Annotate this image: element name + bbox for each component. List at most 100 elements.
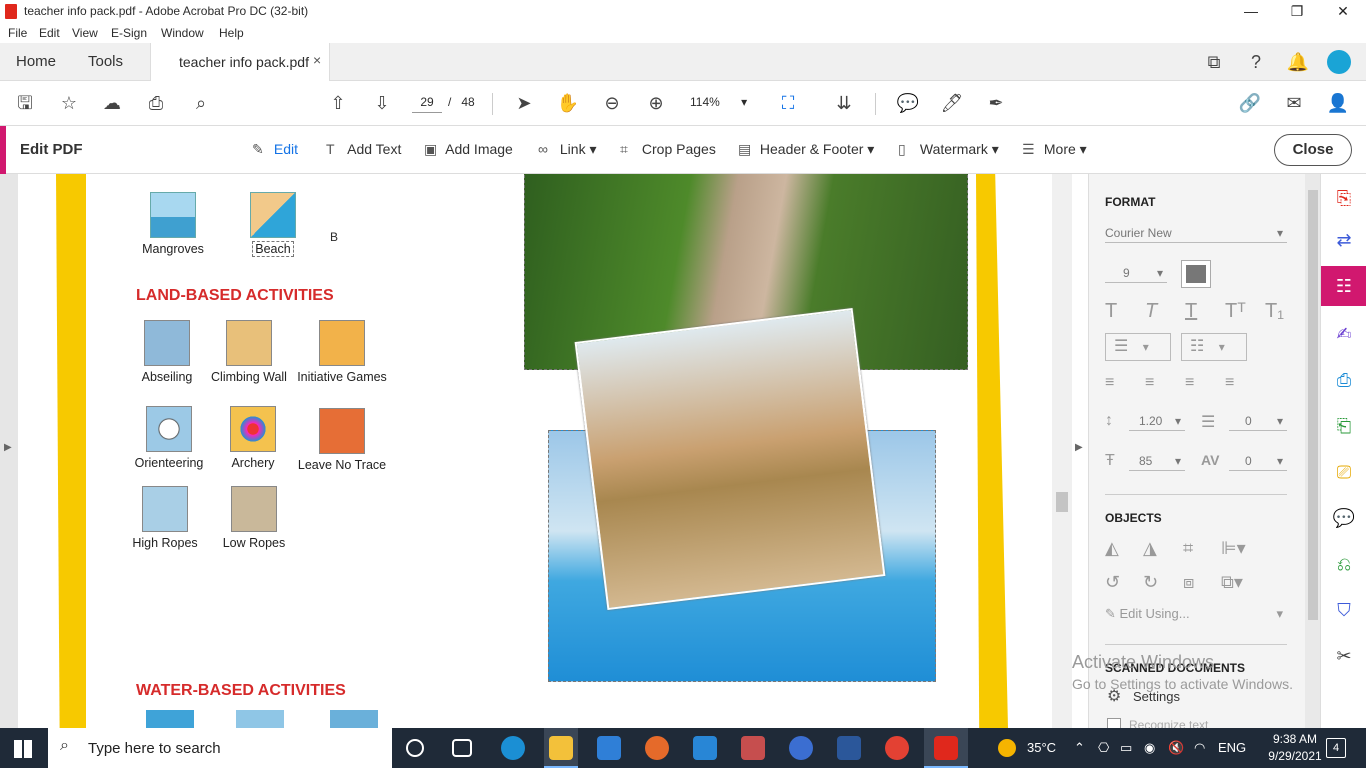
tab-tools[interactable]: Tools xyxy=(88,53,123,70)
scroll-mode-icon[interactable]: ⇊ xyxy=(832,91,856,115)
watermark-button[interactable]: ▯ Watermark ▾ xyxy=(898,141,999,158)
more-button[interactable]: ☰ More ▾ xyxy=(1022,141,1087,158)
restore-button[interactable]: ❐ xyxy=(1274,0,1320,23)
mangroves-item[interactable]: Mangroves xyxy=(138,192,208,256)
justify-icon[interactable]: ≡ xyxy=(1225,374,1234,392)
archery-item[interactable]: Archery xyxy=(222,406,284,470)
zoom-out-icon[interactable]: ⊖ xyxy=(600,91,624,115)
minimize-button[interactable]: — xyxy=(1228,0,1274,23)
recognize-text-checkbox[interactable] xyxy=(1107,718,1121,728)
align-left-icon[interactable]: ≡ xyxy=(1105,374,1114,392)
next-page-icon[interactable]: ⇩ xyxy=(370,91,394,115)
cortana-icon[interactable] xyxy=(406,739,424,757)
create-pdf-icon[interactable]: ⎘ xyxy=(1332,186,1356,210)
notification-center-button[interactable]: 4 xyxy=(1326,738,1346,758)
print-icon[interactable]: ⎙ xyxy=(144,91,168,115)
select-cursor-icon[interactable]: ➤ xyxy=(512,91,536,115)
superscript-icon[interactable]: Tᵀ xyxy=(1225,300,1246,323)
weather-temperature[interactable]: 35°C xyxy=(1027,740,1056,755)
document-scrollbar[interactable] xyxy=(1052,174,1072,728)
windows-start-icon[interactable] xyxy=(14,740,32,758)
horizontal-scale-dropdown[interactable]: 85 ▾ xyxy=(1129,451,1185,471)
subscript-icon[interactable]: T₁ xyxy=(1265,300,1284,323)
share-user-icon[interactable]: 👤 xyxy=(1326,91,1350,115)
rotate-left-icon[interactable]: ↺ xyxy=(1105,572,1120,593)
text-style-bold-icon[interactable]: T xyxy=(1105,300,1117,323)
language-indicator[interactable]: ENG xyxy=(1218,740,1246,755)
water-activities-heading[interactable]: WATER-BASED ACTIVITIES xyxy=(136,682,346,700)
combine-files-icon[interactable]: ⎚ xyxy=(1332,460,1356,484)
chrome-icon[interactable] xyxy=(885,736,909,760)
paint-icon[interactable] xyxy=(741,736,765,760)
task-view-icon[interactable] xyxy=(452,739,472,757)
font-size-dropdown[interactable]: 9 ▾ xyxy=(1105,263,1167,283)
water-activity-image[interactable] xyxy=(236,710,284,728)
prev-page-icon[interactable]: ⇧ xyxy=(326,91,350,115)
more-tools-icon[interactable]: ✂ xyxy=(1332,644,1356,668)
edit-pdf-tool-active[interactable]: ☷ xyxy=(1321,266,1366,306)
edit-tool-button[interactable]: ✎ Edit xyxy=(252,141,298,158)
hand-tool-icon[interactable]: ✋ xyxy=(556,91,580,115)
link-share-icon[interactable]: 🔗 xyxy=(1238,91,1262,115)
font-color-swatch[interactable] xyxy=(1181,260,1211,288)
volume-muted-icon[interactable]: 🔇 xyxy=(1168,740,1184,756)
orienteering-item[interactable]: Orienteering xyxy=(130,406,208,470)
beach-item[interactable]: Beach xyxy=(240,192,306,257)
crop-image-icon[interactable]: ⌗ xyxy=(1183,538,1193,559)
tab-document[interactable]: teacher info pack.pdf × xyxy=(150,43,330,81)
network-device-icon[interactable]: ⎔ xyxy=(1098,740,1109,756)
send-signature-icon[interactable]: ⎙ xyxy=(1332,368,1356,392)
account-avatar[interactable] xyxy=(1327,50,1351,74)
rotate-right-icon[interactable]: ↻ xyxy=(1143,572,1158,593)
header-footer-button[interactable]: ▤ Header & Footer ▾ xyxy=(738,141,874,158)
line-spacing-dropdown[interactable]: 1.20 ▾ xyxy=(1129,411,1185,431)
left-panel-toggle-icon[interactable]: ▶ xyxy=(4,442,12,453)
numbered-list-dropdown[interactable]: ☷ ▾ xyxy=(1181,333,1247,361)
link-button[interactable]: ∞ Link ▾ xyxy=(538,141,597,158)
protect-shield-icon[interactable]: ⛉ xyxy=(1332,598,1356,622)
acrobat-active-tab[interactable] xyxy=(924,728,968,768)
word-icon[interactable] xyxy=(837,736,861,760)
close-edit-button[interactable]: Close xyxy=(1274,134,1352,166)
save-icon[interactable]: 🖫 xyxy=(13,91,37,115)
add-text-button[interactable]: T Add Text xyxy=(326,141,401,157)
wifi-icon[interactable]: ◠ xyxy=(1194,740,1205,756)
align-right-icon[interactable]: ≡ xyxy=(1185,374,1194,392)
land-activities-heading[interactable]: LAND-BASED ACTIVITIES xyxy=(136,287,334,305)
zoom-in-icon[interactable]: ⊕ xyxy=(644,91,668,115)
align-objects-icon[interactable]: ⊫▾ xyxy=(1221,538,1246,559)
initiative-games-item[interactable]: Initiative Games xyxy=(294,320,390,384)
organize-pages-icon[interactable]: ⎗ xyxy=(1332,414,1356,438)
stray-text-b[interactable]: B xyxy=(330,230,338,244)
document-viewport[interactable]: Mangroves Beach B LAND-BASED ACTIVITIES … xyxy=(0,174,1072,728)
font-family-dropdown[interactable]: Courier New ▾ xyxy=(1105,223,1287,243)
share-screen-icon[interactable]: ⧉ xyxy=(1202,50,1226,74)
high-ropes-item[interactable]: High Ropes xyxy=(130,486,200,550)
comment-icon[interactable]: 💬 xyxy=(896,91,920,115)
mail-icon[interactable] xyxy=(693,736,717,760)
climbing-wall-item[interactable]: Climbing Wall xyxy=(206,320,292,384)
clock-time[interactable]: 9:38 AM xyxy=(1264,732,1326,746)
arrange-objects-icon[interactable]: ⧉▾ xyxy=(1221,572,1243,593)
taskbar-search[interactable]: ⌕ Type here to search xyxy=(48,728,392,768)
menu-help[interactable]: Help xyxy=(219,26,244,40)
low-ropes-item[interactable]: Low Ropes xyxy=(222,486,286,550)
help-icon[interactable]: ? xyxy=(1244,50,1268,74)
file-explorer-active-tab[interactable] xyxy=(544,728,578,768)
notifications-bell-icon[interactable]: 🔔 xyxy=(1286,50,1310,74)
tray-status-icon[interactable]: ◉ xyxy=(1144,740,1155,756)
email-icon[interactable]: ✉ xyxy=(1282,91,1306,115)
crop-pages-button[interactable]: ⌗ Crop Pages xyxy=(620,141,716,158)
character-spacing-dropdown[interactable]: 0 ▾ xyxy=(1229,451,1287,471)
text-style-italic-icon[interactable]: T xyxy=(1145,300,1157,323)
battery-icon[interactable]: ▭ xyxy=(1120,740,1132,756)
page-fit-icon[interactable]: ⛶ xyxy=(776,91,800,115)
bullet-list-dropdown[interactable]: ☰ ▾ xyxy=(1105,333,1171,361)
edge-icon[interactable] xyxy=(501,736,525,760)
store-icon[interactable] xyxy=(597,736,621,760)
edit-using-dropdown[interactable]: ✎ Edit Using... ▾ xyxy=(1105,606,1287,626)
export-pdf-icon[interactable]: ⇄ xyxy=(1332,228,1356,252)
highlight-pen-icon[interactable]: 🖊 xyxy=(940,91,964,115)
water-activity-image[interactable] xyxy=(146,710,194,728)
add-image-button[interactable]: ▣ Add Image xyxy=(424,141,513,158)
